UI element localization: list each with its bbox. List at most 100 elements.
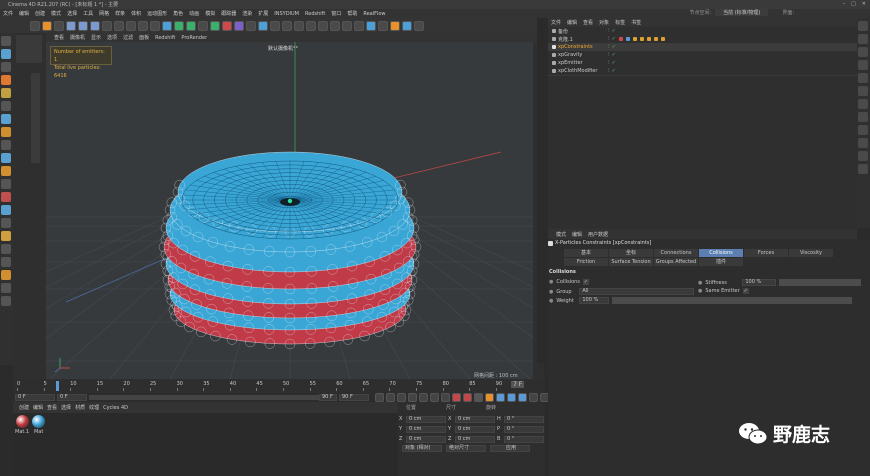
left-tool-icon[interactable] — [1, 231, 11, 241]
viewport-3d[interactable] — [46, 42, 533, 379]
attr-tab[interactable]: Friction — [564, 258, 609, 266]
playback-button-icon[interactable] — [452, 393, 461, 402]
viewport-menu-item-5[interactable]: 面板 — [139, 34, 149, 41]
coord-value-field[interactable]: 0 ° — [504, 415, 544, 423]
toolbar-tool-icon[interactable] — [138, 20, 148, 31]
stiffness-input[interactable]: 100 % — [742, 279, 777, 286]
object-menu-item-0[interactable]: 文件 — [551, 19, 561, 26]
object-tag-icon[interactable] — [653, 37, 658, 41]
material-menu-item-6[interactable]: Cycles 4D — [103, 405, 128, 411]
material-menu-item-3[interactable]: 选择 — [61, 404, 71, 411]
left-tool-icon[interactable] — [1, 114, 11, 124]
object-check-icon[interactable]: ✓ — [612, 60, 616, 66]
left-tool-icon[interactable] — [1, 166, 11, 176]
collisions-checkbox[interactable]: ✓ — [582, 279, 590, 285]
left-tool-icon[interactable] — [1, 75, 11, 85]
right-tool-icon[interactable] — [858, 60, 868, 70]
viewport-menu-item-1[interactable]: 摄像机 — [70, 34, 85, 41]
right-tool-icon[interactable] — [858, 151, 868, 161]
object-visibility-icon[interactable]: ⁝ — [608, 28, 610, 34]
menu-item-3[interactable]: 模式 — [50, 10, 62, 17]
layout-selector[interactable]: 节点空间: 当前 (标准/物理) 界面: — [689, 9, 794, 16]
menu-item-5[interactable]: 工具 — [82, 10, 94, 17]
menu-item-17[interactable]: Redshift — [304, 11, 326, 17]
toolbar-tool-icon[interactable] — [246, 20, 256, 31]
left-tool-icon[interactable] — [1, 49, 11, 59]
object-tag-icon[interactable] — [660, 37, 665, 41]
coord-value-field[interactable]: 0 ° — [504, 425, 544, 433]
viewport-menu-item-7[interactable]: ProRender — [181, 35, 207, 41]
toolbar-tool-icon[interactable] — [294, 20, 304, 31]
toolbar-tool-icon[interactable] — [54, 20, 64, 31]
playback-button-icon[interactable] — [386, 393, 395, 402]
toolbar-tool-icon[interactable] — [90, 20, 100, 31]
right-tool-icon[interactable] — [858, 164, 868, 174]
right-tool-icon[interactable] — [858, 112, 868, 122]
playback-button-icon[interactable] — [419, 393, 428, 402]
coord-value-field[interactable]: 0 ° — [504, 435, 544, 443]
left-tool-icon[interactable] — [1, 192, 11, 202]
left-tool-icon[interactable] — [1, 257, 11, 267]
toolbar-tool-icon[interactable] — [414, 20, 424, 31]
right-tool-icon[interactable] — [858, 138, 868, 148]
toolbar-tool-icon[interactable] — [378, 20, 388, 31]
toolbar-tool-icon[interactable] — [198, 20, 208, 31]
start-frame-field[interactable]: 0 F — [15, 394, 55, 401]
left-tool-icon[interactable] — [1, 270, 11, 280]
left-tool-icon[interactable] — [1, 296, 11, 306]
coord-mode-select[interactable]: 对象 (相对) — [402, 445, 442, 452]
playback-button-icon[interactable] — [441, 393, 450, 402]
left-tool-icon[interactable] — [1, 205, 11, 215]
same-emitter-checkbox[interactable]: ✓ — [742, 288, 749, 294]
viewport-menu-item-0[interactable]: 查看 — [54, 34, 64, 41]
right-tool-icon[interactable] — [858, 21, 868, 31]
menu-item-13[interactable]: 跟踪器 — [220, 10, 237, 17]
coord-value-field[interactable]: 0 cm — [455, 425, 495, 433]
left-scrollbar[interactable] — [31, 73, 40, 163]
material-menu-item-0[interactable]: 创建 — [19, 404, 29, 411]
coord-value-field[interactable]: 0 cm — [406, 435, 446, 443]
object-row[interactable]: 备份 ⁝ ✓ — [548, 27, 857, 35]
object-menu-item-1[interactable]: 编辑 — [567, 19, 577, 26]
object-menu-item-3[interactable]: 对象 — [599, 19, 609, 26]
menu-item-20[interactable]: RealFlow — [362, 11, 386, 17]
attr-tab[interactable]: 基本 — [564, 249, 609, 257]
left-tool-icon[interactable] — [1, 140, 11, 150]
toolbar-tool-icon[interactable] — [114, 20, 124, 31]
frame-range-slider[interactable] — [89, 395, 319, 400]
camera-label[interactable]: 默认摄像机°° — [268, 45, 298, 52]
menu-item-4[interactable]: 选择 — [66, 10, 78, 17]
left-tool-icon[interactable] — [1, 153, 11, 163]
attr-tab[interactable]: Groups Affected — [654, 258, 699, 266]
object-check-icon[interactable]: ✓ — [612, 36, 616, 42]
menu-item-16[interactable]: INSYDIUM — [273, 11, 300, 17]
playback-button-icon[interactable] — [529, 393, 538, 402]
end2-frame-field[interactable]: 90 F — [339, 394, 369, 401]
material-swatch[interactable]: Mat — [32, 415, 46, 435]
end-frame-field[interactable]: 90 F — [319, 394, 337, 401]
menu-item-12[interactable]: 模拟 — [204, 10, 216, 17]
toolbar-tool-icon[interactable] — [354, 20, 364, 31]
attribute-menu-item-1[interactable]: 编辑 — [572, 231, 582, 238]
menu-item-6[interactable]: 网格 — [98, 10, 110, 17]
playback-button-icon[interactable] — [496, 393, 505, 402]
menu-item-2[interactable]: 创建 — [34, 10, 46, 17]
left-tool-icon[interactable] — [1, 36, 11, 46]
right-tool-icon[interactable] — [858, 99, 868, 109]
object-visibility-icon[interactable]: ⁝ — [608, 60, 610, 66]
object-tag-icon[interactable] — [625, 37, 630, 41]
weight-slider[interactable] — [612, 297, 853, 304]
toolbar-tool-icon[interactable] — [306, 20, 316, 31]
object-visibility-icon[interactable]: ⁝ — [608, 36, 610, 42]
left-tool-icon[interactable] — [1, 179, 11, 189]
coord-size-mode-select[interactable]: 绝对尺寸 — [446, 445, 486, 452]
timeline-playhead[interactable] — [56, 381, 59, 391]
object-check-icon[interactable]: ✓ — [612, 44, 616, 50]
right-tool-icon[interactable] — [858, 47, 868, 57]
toolbar-tool-icon[interactable] — [366, 20, 376, 31]
playback-button-icon[interactable] — [485, 393, 494, 402]
toolbar-tool-icon[interactable] — [402, 20, 412, 31]
coord-value-field[interactable]: 0 cm — [455, 415, 495, 423]
toolbar-tool-icon[interactable] — [102, 20, 112, 31]
material-menu-item-1[interactable]: 编辑 — [33, 404, 43, 411]
